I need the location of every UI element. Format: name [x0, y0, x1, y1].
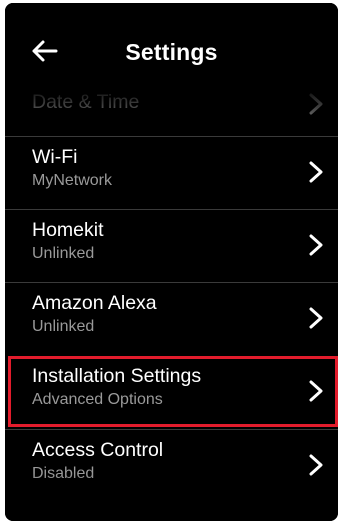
highlight-box	[8, 356, 338, 427]
page-title: Settings	[125, 39, 218, 65]
settings-item-subtitle: Unlinked	[32, 318, 95, 335]
chevron-right-icon	[309, 234, 323, 256]
settings-item-access-control[interactable]: Access Control Disabled	[5, 429, 338, 502]
settings-item-wifi[interactable]: Wi-Fi MyNetwork	[5, 136, 338, 209]
settings-item-title: Access Control	[32, 439, 164, 461]
settings-item-title: Wi-Fi	[32, 146, 78, 168]
divider	[5, 282, 338, 283]
settings-item-title: Homekit	[32, 219, 104, 241]
settings-item-homekit[interactable]: Homekit Unlinked	[5, 209, 338, 282]
divider	[5, 429, 338, 430]
header-bar: Settings	[5, 3, 338, 85]
chevron-right-icon	[309, 93, 323, 115]
chevron-right-icon	[309, 161, 323, 183]
divider	[5, 209, 338, 210]
settings-item-subtitle: MyNetwork	[32, 172, 113, 189]
settings-item-title: Amazon Alexa	[32, 292, 157, 314]
settings-item-title: Date & Time	[32, 91, 140, 113]
settings-item-amazon-alexa[interactable]: Amazon Alexa Unlinked	[5, 282, 338, 355]
divider	[5, 136, 338, 137]
chevron-right-icon	[309, 307, 323, 329]
settings-screen: Settings Date & Time Wi-Fi MyNetwork Hom…	[5, 3, 338, 521]
settings-item-subtitle: Disabled	[32, 465, 95, 482]
settings-item-subtitle: Unlinked	[32, 245, 95, 262]
chevron-right-icon	[309, 454, 323, 476]
